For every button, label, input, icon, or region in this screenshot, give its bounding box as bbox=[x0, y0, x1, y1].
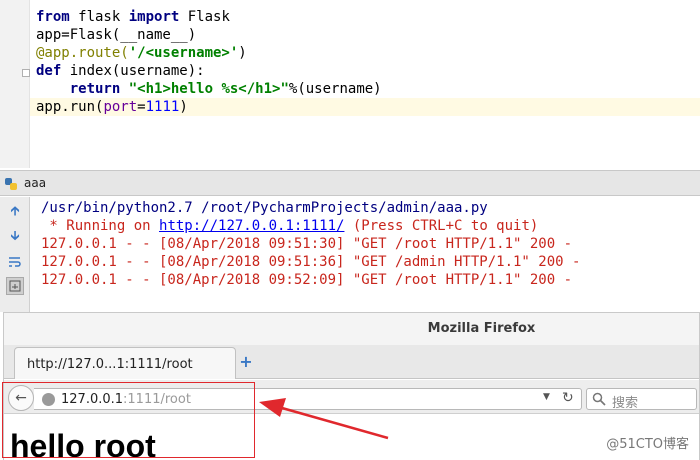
window-titlebar[interactable]: Mozilla Firefox bbox=[4, 313, 699, 345]
code-token: def bbox=[36, 63, 62, 79]
console-running-line: * Running on http://127.0.0.1:1111/ (Pre… bbox=[41, 217, 538, 235]
browser-tab[interactable]: http://127.0...1:1111/root bbox=[14, 347, 236, 379]
code-token: import bbox=[128, 9, 180, 25]
code-token: index(username): bbox=[61, 63, 205, 79]
search-box[interactable]: 搜索 bbox=[586, 388, 697, 411]
annotation-highlight-box bbox=[2, 382, 255, 458]
browser-tab-label: http://127.0...1:1111/root bbox=[27, 357, 193, 372]
editor-gutter bbox=[0, 0, 30, 168]
console-log-line: 127.0.0.1 - - [08/Apr/2018 09:52:09] "GE… bbox=[41, 272, 573, 288]
code-line[interactable]: def index(username): bbox=[36, 62, 205, 80]
console-command-line: /usr/bin/python2.7 /root/PycharmProjects… bbox=[41, 200, 488, 216]
code-line[interactable]: @app.route('/<username>') bbox=[36, 44, 247, 62]
search-placeholder: 搜索 bbox=[612, 396, 639, 411]
server-url-link[interactable]: http://127.0.0.1:1111/ bbox=[159, 218, 344, 234]
code-line[interactable]: app=Flask(__name__) bbox=[36, 26, 196, 44]
code-token: ) bbox=[179, 99, 188, 115]
console-log-line: 127.0.0.1 - - [08/Apr/2018 09:51:30] "GE… bbox=[41, 236, 573, 252]
run-panel-header: aaa bbox=[0, 170, 700, 196]
code-token: from bbox=[36, 9, 70, 25]
scroll-to-end-icon[interactable] bbox=[6, 277, 24, 295]
console-running-suffix: (Press CTRL+C to quit) bbox=[344, 218, 539, 234]
code-token: '/<username>' bbox=[128, 45, 239, 61]
tab-strip: http://127.0...1:1111/root + bbox=[4, 345, 699, 379]
code-token: @app.route( bbox=[36, 45, 129, 61]
code-line[interactable]: return "<h1>hello %s</h1>"%(username) bbox=[36, 80, 382, 98]
search-icon bbox=[592, 392, 606, 406]
code-line[interactable]: from flask import Flask bbox=[36, 8, 230, 26]
new-tab-plus-icon[interactable]: + bbox=[238, 354, 254, 370]
soft-wrap-icon[interactable] bbox=[6, 253, 24, 271]
code-token: 1111 bbox=[145, 99, 180, 115]
arrow-up-icon[interactable]: 🡱 bbox=[6, 204, 24, 222]
watermark: @51CTO博客 bbox=[606, 437, 689, 452]
code-token: "<h1>hello %s</h1>" bbox=[128, 81, 289, 97]
window-title: Mozilla Firefox bbox=[427, 321, 536, 336]
code-token: %(username) bbox=[288, 81, 382, 97]
console-log-line: 127.0.0.1 - - [08/Apr/2018 09:51:36] "GE… bbox=[41, 254, 581, 270]
run-toolbar: 🡱 🡳 bbox=[0, 197, 30, 312]
url-history-dropdown-icon[interactable]: ▼ bbox=[543, 392, 550, 402]
code-token: app=Flask(__name__) bbox=[36, 27, 197, 43]
code-token: = bbox=[137, 99, 146, 115]
fold-marker-icon[interactable] bbox=[22, 69, 30, 77]
reload-icon[interactable]: ↻ bbox=[562, 390, 574, 406]
python-icon bbox=[5, 178, 17, 190]
code-token: port bbox=[103, 99, 138, 115]
code-token: flask bbox=[69, 9, 129, 25]
code-token: Flask bbox=[179, 9, 230, 25]
code-token: app.run( bbox=[36, 99, 104, 115]
code-token: return bbox=[69, 81, 121, 97]
console-running-prefix: * Running on bbox=[41, 218, 160, 234]
run-config-title[interactable]: aaa bbox=[24, 176, 46, 190]
code-line-current[interactable]: app.run(port=1111) bbox=[30, 98, 700, 116]
arrow-down-icon[interactable]: 🡳 bbox=[6, 229, 24, 247]
console-output[interactable]: /usr/bin/python2.7 /root/PycharmProjects… bbox=[31, 197, 700, 312]
code-token: ) bbox=[238, 45, 247, 61]
code-editor[interactable]: from flask import Flask app=Flask(__name… bbox=[0, 0, 700, 168]
